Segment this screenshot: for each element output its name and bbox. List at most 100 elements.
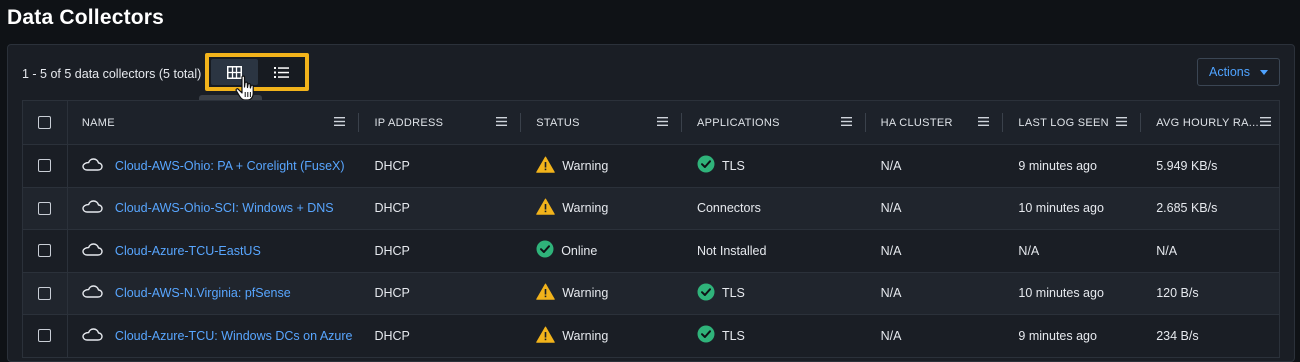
last-log-text: 9 minutes ago <box>1018 158 1097 173</box>
table-row[interactable]: Cloud-Azure-TCU-EastUS DHCP Online Not Inst… <box>23 230 1279 273</box>
select-all-cell <box>23 101 68 144</box>
avg-rate-cell: N/A <box>1141 230 1279 272</box>
row-select-cell <box>23 272 68 314</box>
ip-address: DHCP <box>374 328 410 343</box>
status-cell: Warning <box>521 315 682 357</box>
row-checkbox[interactable] <box>38 286 52 300</box>
table-body: Cloud-AWS-Ohio: PA + Corelight (FuseX) DH… <box>23 145 1279 358</box>
warning-icon <box>536 156 555 176</box>
last-log-text: 10 minutes ago <box>1018 286 1104 301</box>
ip-address: DHCP <box>374 243 410 258</box>
page-title: Data Collectors <box>7 6 165 29</box>
ha-cluster-text: N/A <box>880 286 902 301</box>
ha-cluster-text: N/A <box>880 201 902 216</box>
name-cell: Cloud-AWS-Ohio-SCI: Windows + DNS <box>68 188 360 230</box>
table-row[interactable]: Cloud-Azure-TCU: Windows DCs on Azure DHC… <box>23 315 1279 358</box>
status-text: Warning <box>562 201 609 216</box>
column-menu-icon[interactable] <box>978 117 990 126</box>
avg-rate-text: N/A <box>1156 243 1178 258</box>
row-checkbox[interactable] <box>38 244 52 258</box>
status-cell: Online <box>521 230 682 272</box>
applications-cell: Connectors <box>682 188 866 230</box>
last-log-text: 9 minutes ago <box>1018 328 1097 343</box>
name-cell: Cloud-Azure-TCU-EastUS <box>68 230 360 272</box>
actions-button[interactable]: Actions <box>1197 58 1280 86</box>
collector-name-link[interactable]: Cloud-Azure-TCU-EastUS <box>115 244 261 258</box>
ip-cell: DHCP <box>359 230 521 272</box>
applications-cell: TLS <box>682 145 866 187</box>
column-menu-icon[interactable] <box>1259 117 1271 126</box>
column-menu-icon[interactable] <box>656 117 668 126</box>
avg-rate-text: 120 B/s <box>1156 286 1199 301</box>
ip-address: DHCP <box>374 201 410 216</box>
column-header-name[interactable]: NAME <box>68 101 360 144</box>
row-select-cell <box>23 315 68 357</box>
last-log-text: 10 minutes ago <box>1018 201 1104 216</box>
applications-cell: TLS <box>682 273 866 315</box>
column-menu-icon[interactable] <box>840 117 852 126</box>
applications-text: TLS <box>721 158 745 173</box>
list-icon <box>274 66 289 78</box>
select-all-checkbox[interactable] <box>38 116 52 129</box>
caret-down-icon <box>1260 69 1268 75</box>
row-checkbox[interactable] <box>38 159 52 173</box>
column-header-ip[interactable]: IP ADDRESS <box>359 101 521 144</box>
ip-cell: DHCP <box>359 188 521 230</box>
column-header-status[interactable]: STATUS <box>521 101 682 144</box>
ha-cluster-cell: N/A <box>866 230 1004 272</box>
column-header-ha-cluster[interactable]: HA CLUSTER <box>866 101 1004 144</box>
column-menu-icon[interactable] <box>1116 117 1128 126</box>
ha-cluster-text: N/A <box>880 243 902 258</box>
row-select-cell <box>23 145 68 187</box>
ha-cluster-text: N/A <box>880 328 902 343</box>
collector-name-link[interactable]: Cloud-AWS-N.Virginia: pfSense <box>115 286 291 300</box>
cloud-icon <box>82 328 103 344</box>
check-circle-icon <box>536 240 554 261</box>
row-select-cell <box>23 230 68 272</box>
last-log-cell: 10 minutes ago <box>1003 273 1141 315</box>
column-menu-icon[interactable] <box>334 117 346 126</box>
ha-cluster-cell: N/A <box>866 145 1004 187</box>
warning-icon <box>536 283 555 303</box>
cloud-icon <box>82 285 103 301</box>
actions-label: Actions <box>1209 65 1250 79</box>
row-checkbox[interactable] <box>38 201 52 215</box>
row-checkbox[interactable] <box>38 329 52 343</box>
applications-text: Not Installed <box>696 243 767 258</box>
column-menu-icon[interactable] <box>496 117 508 126</box>
cloud-icon <box>82 158 103 174</box>
row-select-cell <box>23 187 68 229</box>
avg-rate-cell: 120 B/s <box>1141 273 1279 315</box>
ip-address: DHCP <box>374 286 410 301</box>
check-circle-icon <box>697 155 715 176</box>
table-header: NAME IP ADDRESS STATUS APPLICATIONS HA C… <box>23 101 1279 145</box>
applications-cell: Not Installed <box>682 230 866 272</box>
table-row[interactable]: Cloud-AWS-Ohio: PA + Corelight (FuseX) DH… <box>23 145 1279 188</box>
collector-name-link[interactable]: Cloud-AWS-Ohio-SCI: Windows + DNS <box>115 201 334 215</box>
applications-text: TLS <box>721 286 745 301</box>
name-cell: Cloud-AWS-N.Virginia: pfSense <box>68 273 360 315</box>
ha-cluster-text: N/A <box>880 158 902 173</box>
avg-rate-cell: 5.949 KB/s <box>1141 145 1279 187</box>
column-header-applications[interactable]: APPLICATIONS <box>682 101 866 144</box>
warning-icon <box>536 198 555 218</box>
cloud-icon <box>82 200 103 216</box>
last-log-cell: 9 minutes ago <box>1003 315 1141 357</box>
ip-cell: DHCP <box>359 273 521 315</box>
collector-name-link[interactable]: Cloud-Azure-TCU: Windows DCs on Azure <box>115 329 353 343</box>
collector-count: 1 - 5 of 5 data collectors (5 total) <box>22 67 202 81</box>
last-log-text: N/A <box>1018 243 1040 258</box>
ip-cell: DHCP <box>359 145 521 187</box>
avg-rate-cell: 2.685 KB/s <box>1141 188 1279 230</box>
ha-cluster-cell: N/A <box>866 273 1004 315</box>
collectors-table: NAME IP ADDRESS STATUS APPLICATIONS HA C… <box>22 100 1280 358</box>
column-header-avg-rate[interactable]: AVG HOURLY RA... <box>1141 101 1279 144</box>
list-view-button[interactable] <box>258 59 305 85</box>
table-row[interactable]: Cloud-AWS-N.Virginia: pfSense DHCP Warning… <box>23 272 1279 315</box>
column-header-last-log[interactable]: LAST LOG SEEN <box>1003 101 1141 144</box>
collector-name-link[interactable]: Cloud-AWS-Ohio: PA + Corelight (FuseX) <box>115 159 345 173</box>
name-cell: Cloud-Azure-TCU: Windows DCs on Azure <box>68 315 360 357</box>
cloud-icon <box>82 243 103 259</box>
table-row[interactable]: Cloud-AWS-Ohio-SCI: Windows + DNS DHCP War… <box>23 187 1279 230</box>
status-text: Warning <box>562 328 609 343</box>
